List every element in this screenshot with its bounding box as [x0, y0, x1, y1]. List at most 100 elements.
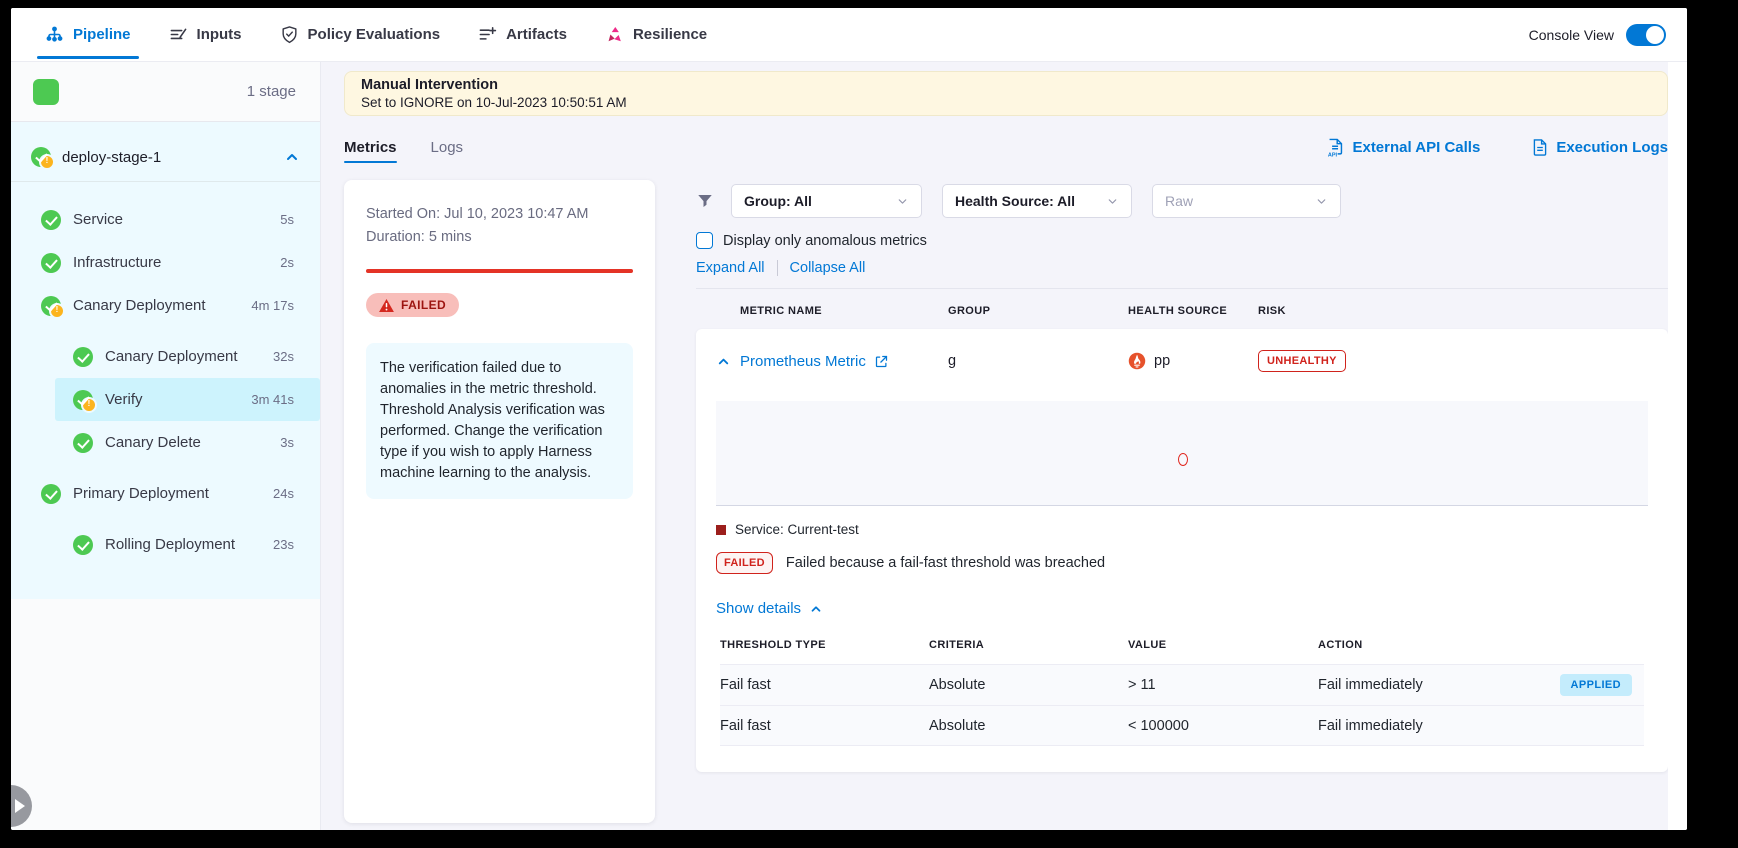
tab-label: Policy Evaluations [308, 26, 441, 43]
sidebar-step-canary-delete[interactable]: Canary Delete 3s [11, 421, 320, 464]
sidebar-step-verify[interactable]: Verify 3m 41s [55, 378, 320, 421]
duration: Duration: 5 mins [366, 229, 633, 245]
tab-pipeline[interactable]: Pipeline [45, 8, 131, 61]
sidebar-step-canary-deployment[interactable]: Canary Deployment 4m 17s [11, 284, 320, 327]
stage-count-row: 1 stage [11, 62, 320, 122]
sidebar-step-rolling-deployment[interactable]: Rolling Deployment 23s [11, 523, 320, 566]
threshold-row: Fail fast Absolute > 11 Fail immediately… [720, 664, 1644, 705]
inputs-icon [169, 25, 188, 44]
sidebar-step-canary-deployment-child[interactable]: Canary Deployment 32s [11, 335, 320, 378]
sidebar-collapse-button[interactable] [11, 785, 32, 827]
stage-name: deploy-stage-1 [62, 149, 161, 166]
tab-inputs[interactable]: Inputs [169, 8, 242, 61]
policy-shield-icon [280, 25, 299, 44]
chevron-up-icon [809, 602, 823, 616]
chevron-up-icon[interactable] [284, 149, 300, 165]
top-navigation: Pipeline Inputs Policy Evaluations Artif… [11, 8, 1687, 62]
metric-name-link[interactable]: Prometheus Metric [740, 353, 948, 370]
manual-intervention-banner: Manual Intervention Set to IGNORE on 10-… [344, 71, 1668, 116]
raw-filter-dropdown[interactable]: Raw [1152, 184, 1341, 218]
tab-policy-evaluations[interactable]: Policy Evaluations [280, 8, 441, 61]
divider [11, 181, 320, 182]
console-view-label: Console View [1529, 27, 1614, 43]
tab-artifacts[interactable]: Artifacts [478, 8, 567, 61]
legend-marker [716, 525, 726, 535]
metrics-analysis-panel: Group: All Health Source: All [696, 184, 1668, 772]
tab-label: Inputs [197, 26, 242, 43]
chevron-up-icon[interactable] [716, 354, 740, 369]
threshold-row: Fail fast Absolute < 100000 Fail immedia… [720, 705, 1644, 746]
success-check-icon [41, 253, 61, 273]
anomalous-filter-row: Display only anomalous metrics [696, 232, 1668, 249]
resilience-icon [605, 25, 624, 44]
checkbox-label: Display only anomalous metrics [723, 233, 927, 249]
success-warning-icon [41, 296, 61, 316]
tab-logs[interactable]: Logs [431, 128, 464, 166]
collapse-all-link[interactable]: Collapse All [790, 260, 866, 276]
health-source-filter-dropdown[interactable]: Health Source: All [942, 184, 1132, 218]
success-check-icon [73, 433, 93, 453]
verification-summary-card: Started On: Jul 10, 2023 10:47 AM Durati… [344, 180, 655, 823]
toggle-knob [1646, 26, 1664, 44]
artifacts-icon [478, 25, 497, 44]
health-source-name: pp [1154, 353, 1170, 369]
success-warning-icon [73, 390, 93, 410]
metric-chart [716, 401, 1648, 506]
prometheus-icon [1128, 352, 1146, 370]
tab-label: Resilience [633, 26, 707, 43]
chevron-down-icon [1096, 195, 1119, 208]
filter-funnel-icon [696, 192, 714, 210]
metric-row: Prometheus Metric g pp [696, 329, 1668, 393]
threshold-table-header: THRESHOLD TYPE CRITERIA VALUE ACTION [720, 639, 1644, 664]
api-doc-icon: API [1327, 138, 1344, 157]
success-check-icon [41, 484, 61, 504]
metric-group: g [948, 353, 1128, 369]
banner-title: Manual Intervention [361, 77, 1651, 93]
show-details-link[interactable]: Show details [716, 600, 1648, 617]
anomalous-data-point [1178, 453, 1188, 466]
failure-reason: Failed because a fail-fast threshold was… [786, 555, 1105, 571]
stage-header-deploy-stage-1[interactable]: deploy-stage-1 [11, 135, 320, 179]
stage-count-label: 1 stage [247, 83, 296, 100]
pipeline-icon [45, 25, 64, 44]
warning-triangle-icon [379, 299, 394, 312]
svg-text:API: API [1328, 152, 1338, 157]
chart-legend: Service: Current-test [716, 522, 1648, 537]
banner-subtitle: Set to IGNORE on 10-Jul-2023 10:50:51 AM [361, 95, 1651, 110]
chevron-down-icon [1305, 195, 1328, 208]
risk-badge: UNHEALTHY [1258, 350, 1346, 372]
vertical-scrollbar[interactable] [1668, 62, 1687, 830]
group-filter-dropdown[interactable]: Group: All [731, 184, 922, 218]
stage-status-square [33, 79, 59, 105]
success-warning-icon [31, 147, 51, 167]
stage-step-list: deploy-stage-1 Service 5s Infrastructure… [11, 122, 320, 599]
console-view-toggle[interactable] [1626, 24, 1666, 46]
sidebar-step-service[interactable]: Service 5s [11, 198, 320, 241]
external-api-calls-link[interactable]: API External API Calls [1327, 138, 1480, 157]
expand-collapse-row: Expand All Collapse All [696, 260, 1668, 276]
applied-badge: APPLIED [1560, 674, 1632, 696]
legend-label: Service: Current-test [735, 522, 859, 537]
expand-all-link[interactable]: Expand All [696, 260, 765, 276]
tab-label: Pipeline [73, 26, 131, 43]
tab-metrics[interactable]: Metrics [344, 128, 397, 166]
started-on: Started On: Jul 10, 2023 10:47 AM [366, 206, 633, 222]
tab-resilience[interactable]: Resilience [605, 8, 707, 61]
divider [696, 288, 1668, 289]
sidebar-step-primary-deployment[interactable]: Primary Deployment 24s [11, 472, 320, 515]
doc-icon [1532, 138, 1548, 157]
health-source-cell: pp [1128, 352, 1258, 370]
main-content: Manual Intervention Set to IGNORE on 10-… [321, 62, 1687, 830]
failure-reason-row: FAILED Failed because a fail-fast thresh… [716, 552, 1648, 574]
divider [777, 260, 778, 276]
failed-status-badge: FAILED [366, 293, 459, 317]
anomalous-metrics-checkbox[interactable] [696, 232, 713, 249]
chevron-down-icon [886, 195, 909, 208]
execution-sidebar: 1 stage deploy-stage-1 Service 5s [11, 62, 321, 830]
view-tabs-row: Metrics Logs API External API Calls Exec… [344, 128, 1668, 166]
filters-row: Group: All Health Source: All [696, 184, 1668, 218]
sidebar-step-infrastructure[interactable]: Infrastructure 2s [11, 241, 320, 284]
success-check-icon [73, 535, 93, 555]
execution-logs-link[interactable]: Execution Logs [1532, 138, 1668, 157]
app-window: Pipeline Inputs Policy Evaluations Artif… [11, 8, 1687, 830]
